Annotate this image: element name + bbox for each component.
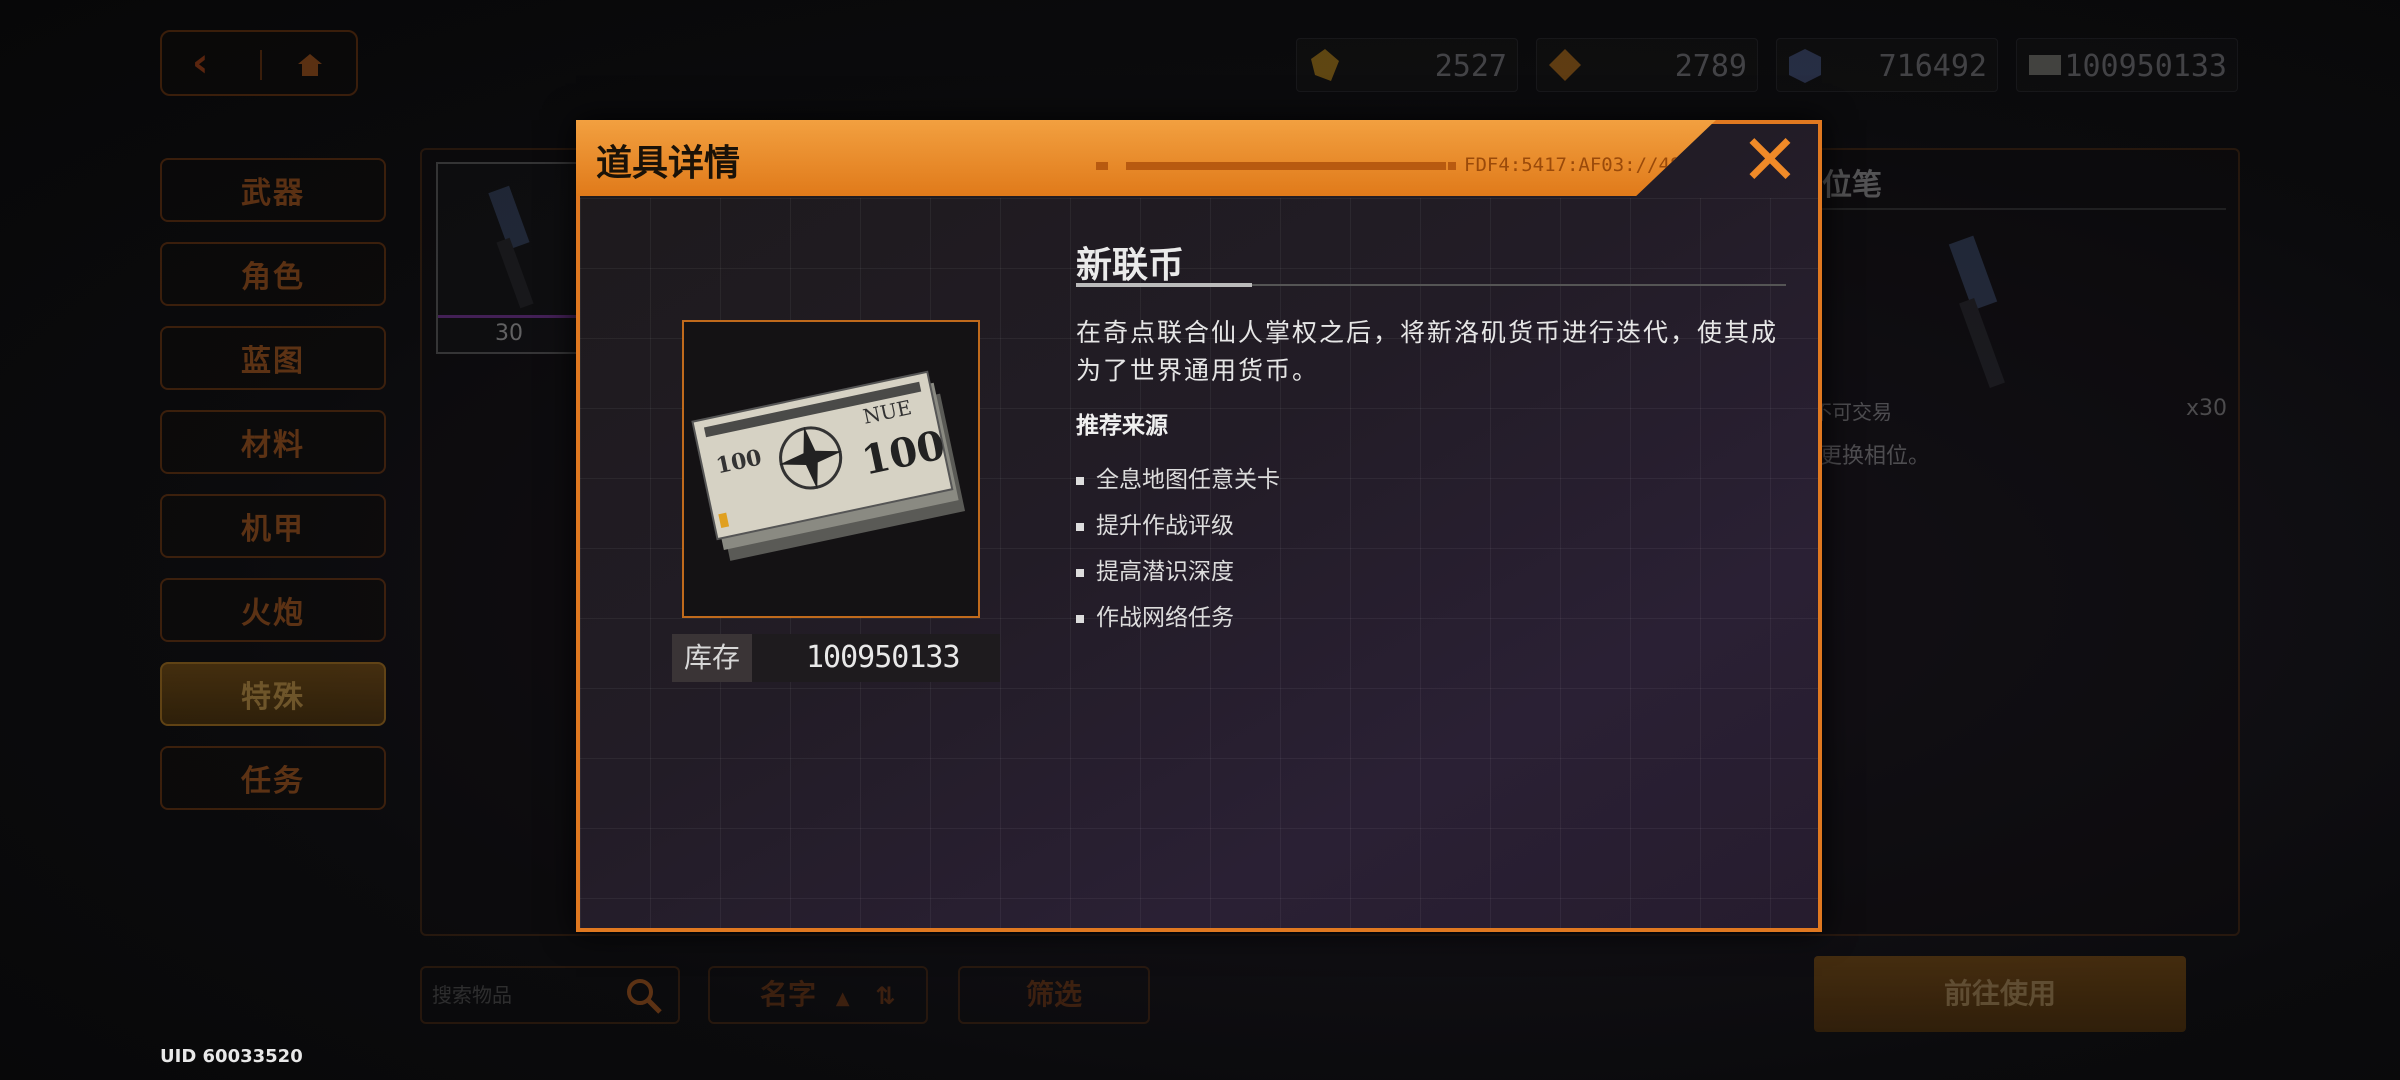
sidebar-item-artillery[interactable]: 火炮 (160, 578, 386, 642)
detail-title: 位笔 (1822, 168, 1882, 203)
stock-value: 100950133 (806, 640, 961, 675)
detail-item-image-icon (1948, 235, 2005, 389)
inventory-item[interactable]: 30 (436, 162, 582, 354)
detail-count: x30 (2186, 396, 2228, 421)
sidebar-item-characters[interactable]: 角色 (160, 242, 386, 306)
resource-value: 100950133 (2064, 49, 2227, 84)
cube-icon (1789, 49, 1821, 83)
modal-title: 道具详情 (596, 143, 741, 184)
sidebar-item-tasks[interactable]: 任务 (160, 746, 386, 810)
header-code: FDF4:5417:AF03://48 (1464, 154, 1682, 176)
search-icon[interactable] (624, 976, 664, 1016)
item-count: 30 (438, 315, 580, 352)
sort-button[interactable]: 名字 ▲ ⇅ (708, 966, 928, 1024)
top-nav-group: ‹ (160, 30, 358, 96)
name-underline (1076, 283, 1252, 287)
currency-note-icon (2029, 55, 2061, 75)
sort-label: 名字 (760, 978, 817, 1011)
resource-value: 2527 (1434, 49, 1507, 84)
divider (260, 50, 262, 80)
close-icon[interactable]: ✕ (1740, 125, 1800, 195)
source-item[interactable]: 作战网络任务 (1076, 598, 1234, 632)
filter-button[interactable]: 筛选 (958, 966, 1150, 1024)
source-item[interactable]: 提升作战评级 (1076, 506, 1234, 540)
modal-header: 道具详情 FDF4:5417:AF03://48 (576, 120, 1716, 196)
resource-currency: 100950133 (2016, 38, 2238, 92)
sort-toggle-icon[interactable]: ⇅ (875, 982, 895, 1010)
detail-tag: 不可交易 (1812, 400, 1892, 424)
detail-desc: 更换相位。 (1820, 444, 1931, 469)
goto-use-button[interactable]: 前往使用 (1814, 956, 2186, 1032)
resource-value: 2789 (1674, 49, 1747, 84)
resource-value: 716492 (1878, 49, 1987, 84)
sidebar-item-blueprints[interactable]: 蓝图 (160, 326, 386, 390)
stock-label: 库存 (672, 634, 752, 682)
sidebar-item-weapons[interactable]: 武器 (160, 158, 386, 222)
stock-row: 库存 100950133 (672, 634, 1000, 682)
sidebar-item-special[interactable]: 特殊 (160, 662, 386, 726)
item-image-frame: 100 NUE 100 (682, 320, 980, 618)
resource-gem: 2789 (1536, 38, 1758, 92)
header-dot (1096, 162, 1108, 170)
resource-cube: 716492 (1776, 38, 1998, 92)
detail-divider (1790, 208, 2226, 210)
uid-label: UID 60033520 (160, 1046, 303, 1067)
item-name: 新联币 (1076, 245, 1185, 286)
item-detail-modal: 道具详情 FDF4:5417:AF03://48 ✕ 100 NUE 100 库… (576, 120, 1822, 932)
gold-crystal-icon (1311, 49, 1339, 81)
orange-gem-icon (1549, 49, 1581, 81)
header-progress-bar (1126, 162, 1446, 170)
sidebar-item-mechs[interactable]: 机甲 (160, 494, 386, 558)
back-icon[interactable]: ‹ (192, 40, 208, 86)
source-item[interactable]: 全息地图任意关卡 (1076, 460, 1280, 494)
sidebar-item-materials[interactable]: 材料 (160, 410, 386, 474)
header-dot (1448, 162, 1456, 170)
item-thumbnail-icon (488, 185, 534, 309)
home-icon[interactable] (296, 52, 324, 78)
source-item[interactable]: 提高潜识深度 (1076, 552, 1234, 586)
resource-gold: 2527 (1296, 38, 1518, 92)
sort-asc-icon: ▲ (835, 988, 850, 1009)
currency-notes-icon: 100 NUE 100 (691, 370, 966, 561)
sources-title: 推荐来源 (1076, 413, 1168, 439)
item-description: 在奇点联合仙人掌权之后，将新洛矶货币进行迭代，使其成为了世界通用货币。 (1076, 318, 1779, 385)
